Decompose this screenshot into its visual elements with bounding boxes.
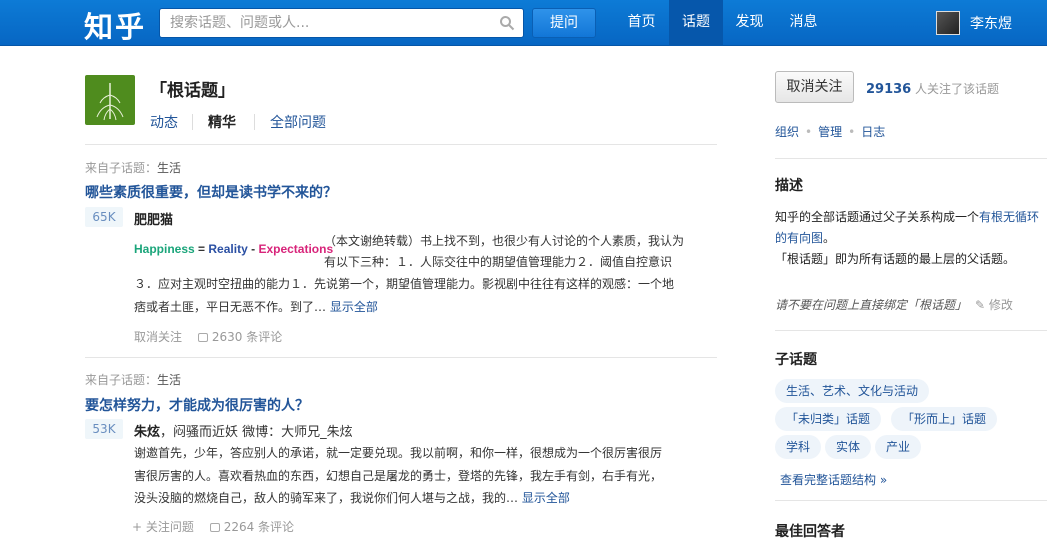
unfollow-topic-button[interactable]: 取消关注	[775, 71, 854, 103]
header-divider	[85, 144, 717, 145]
topic-links: 组织 • 管理 • 日志	[775, 125, 886, 139]
search-icon[interactable]	[499, 15, 515, 31]
follow-question-link[interactable]: + 关注问题	[132, 520, 194, 534]
sidebar-divider	[775, 330, 1047, 331]
user-name[interactable]: 李东煜	[970, 13, 1012, 33]
tab-activity[interactable]: 动态	[150, 112, 178, 132]
answer-excerpt-line: 没头没脑的燃烧自己，敌人的骑军来了，我说你们何人堪与之战，我的… 显示全部	[134, 488, 570, 509]
from-label: 来自子话题：	[85, 161, 158, 175]
search-box	[159, 8, 524, 38]
user-avatar[interactable]	[936, 11, 960, 35]
tab-all-questions[interactable]: 全部问题	[270, 112, 326, 132]
image-word: =	[198, 242, 206, 256]
edit-link[interactable]: ✎ 修改	[975, 298, 1013, 312]
organize-link[interactable]: 组织	[775, 125, 799, 139]
desc-text: 知乎的全部话题通过父子关系构成一个	[775, 210, 980, 224]
comments-link[interactable]: 2630 条评论	[197, 330, 294, 344]
comments-count: 2264 条评论	[223, 520, 295, 534]
answer-excerpt-line: 谢邀首先，少年，答应别人的承诺，就一定要兑现。我以前啊，和你一样，很想成为一个很…	[134, 446, 663, 460]
nav-discover[interactable]: 发现	[723, 0, 776, 46]
nav-home[interactable]: 首页	[614, 0, 669, 46]
answer-excerpt-line: 痞或者土匪，平日无恶不作。到了… 显示全部	[134, 297, 378, 318]
image-word: Reality	[208, 242, 248, 256]
tab-divider	[192, 114, 193, 130]
sidebar-divider	[775, 158, 1047, 159]
desc-text: 。	[823, 231, 836, 245]
question-title[interactable]: 要怎样努力，才能成为很厉害的人？	[85, 395, 309, 415]
author-bio: ，闷骚而近妖 微博：大师兄_朱炫	[160, 425, 353, 440]
best-answerers-heading: 最佳回答者	[775, 524, 845, 540]
nav-messages[interactable]: 消息	[776, 0, 831, 46]
answer-excerpt-line: 有以下三种：１．人际交往中的期望值管理能力２．阈值自控意识	[324, 255, 673, 269]
from-subtopic: 来自子话题：生活	[85, 159, 181, 176]
answer-excerpt-text: 痞或者土匪，平日无恶不作。到了…	[134, 300, 327, 314]
comment-icon	[209, 523, 220, 532]
topic-title: 「根话题」	[150, 81, 235, 101]
image-word: Expectations	[258, 242, 334, 256]
from-subtopic: 来自子话题：生活	[85, 371, 181, 388]
feed-divider	[85, 357, 717, 358]
topic-description: 知乎的全部话题通过父子关系构成一个有根无循环的有向图。 「根话题」即为所有话题的…	[775, 207, 1040, 270]
description-heading: 描述	[775, 178, 803, 194]
ask-button[interactable]: 提问	[532, 8, 596, 38]
question-title[interactable]: 哪些素质很重要，但却是读书学不来的？	[85, 182, 337, 202]
answer-excerpt-line: 害很厉害的人。喜欢看热血的东西，幻想自己是屠龙的勇士，登塔的先锋，我左手有剑，右…	[134, 469, 663, 483]
manage-link[interactable]: 管理	[818, 125, 842, 139]
tree-icon	[96, 83, 124, 121]
image-word: -	[251, 242, 256, 256]
nav-topics[interactable]: 话题	[669, 0, 723, 46]
show-all-link[interactable]: 显示全部	[330, 300, 378, 314]
show-all-link[interactable]: 显示全部	[522, 491, 570, 505]
log-link[interactable]: 日志	[861, 125, 885, 139]
subtopic-tag[interactable]: 实体	[825, 435, 872, 459]
topic-image	[85, 75, 135, 125]
answer-excerpt-line: ３．应对主观时空扭曲的能力１．先说第一个，期望值管理能力。影视剧中往往有这样的观…	[134, 277, 675, 291]
vote-count[interactable]: 65K	[85, 207, 123, 227]
author-name-text[interactable]: 朱炫	[134, 425, 160, 440]
desc-text: 「根话题」即为所有话题的最上层的父话题。	[775, 252, 1016, 266]
vote-count[interactable]: 53K	[85, 419, 123, 439]
comments-count: 2630 条评论	[211, 330, 283, 344]
from-topic-link[interactable]: 生活	[157, 161, 181, 175]
sidebar-divider	[775, 500, 1047, 501]
tab-divider	[254, 114, 255, 130]
edit-label[interactable]: 修改	[989, 298, 1013, 312]
followers-count[interactable]: 29136	[866, 82, 911, 97]
subtopic-tag[interactable]: 学科	[775, 435, 822, 459]
from-topic-link[interactable]: 生活	[157, 373, 181, 387]
answer-excerpt-line: （本文谢绝转载）书上找不到，也很少有人讨论的个人素质，我认为	[324, 234, 685, 248]
answer-image[interactable]: Happiness = Reality - Expectations	[134, 242, 333, 256]
followers-text: 人关注了该话题	[911, 82, 1000, 96]
followers-info: 29136 人关注了该话题	[866, 80, 999, 97]
subtopic-tag[interactable]: 「形而上」话题	[891, 407, 998, 431]
zhihu-logo[interactable]: 知乎	[84, 4, 146, 46]
comment-icon	[197, 333, 208, 342]
author-name-text[interactable]: 肥肥猫	[134, 213, 173, 228]
answer-meta: + 关注问题 2264 条评论	[132, 518, 318, 535]
comments-link[interactable]: 2264 条评论	[209, 520, 306, 534]
unfollow-question-link[interactable]: 取消关注	[134, 330, 182, 344]
subtopics-heading: 子话题	[775, 352, 817, 368]
note-text: 请不要在问题上直接绑定「根话题」	[775, 298, 968, 312]
topic-note: 请不要在问题上直接绑定「根话题」 ✎ 修改	[775, 296, 1013, 313]
search-input[interactable]	[160, 9, 490, 37]
answer-meta: 取消关注 2630 条评论	[134, 328, 306, 345]
author-name[interactable]: 朱炫，闷骚而近妖 微博：大师兄_朱炫	[134, 421, 353, 440]
subtopic-tag[interactable]: 产业	[875, 435, 922, 459]
tab-essence[interactable]: 精华	[208, 112, 236, 132]
answer-excerpt-text: 没头没脑的燃烧自己，敌人的骑军来了，我说你们何人堪与之战，我的…	[134, 491, 519, 505]
subtopic-tag[interactable]: 生活、艺术、文化与活动	[775, 379, 930, 403]
subtopic-tag[interactable]: 「未归类」话题	[775, 407, 882, 431]
full-structure-link[interactable]: 查看完整话题结构 »	[780, 471, 887, 488]
top-bar: 知乎 提问 首页 话题 发现 消息 李东煜	[0, 0, 1047, 46]
author-name[interactable]: 肥肥猫	[134, 209, 173, 228]
image-word: Happiness	[134, 242, 195, 256]
from-label: 来自子话题：	[85, 373, 158, 387]
